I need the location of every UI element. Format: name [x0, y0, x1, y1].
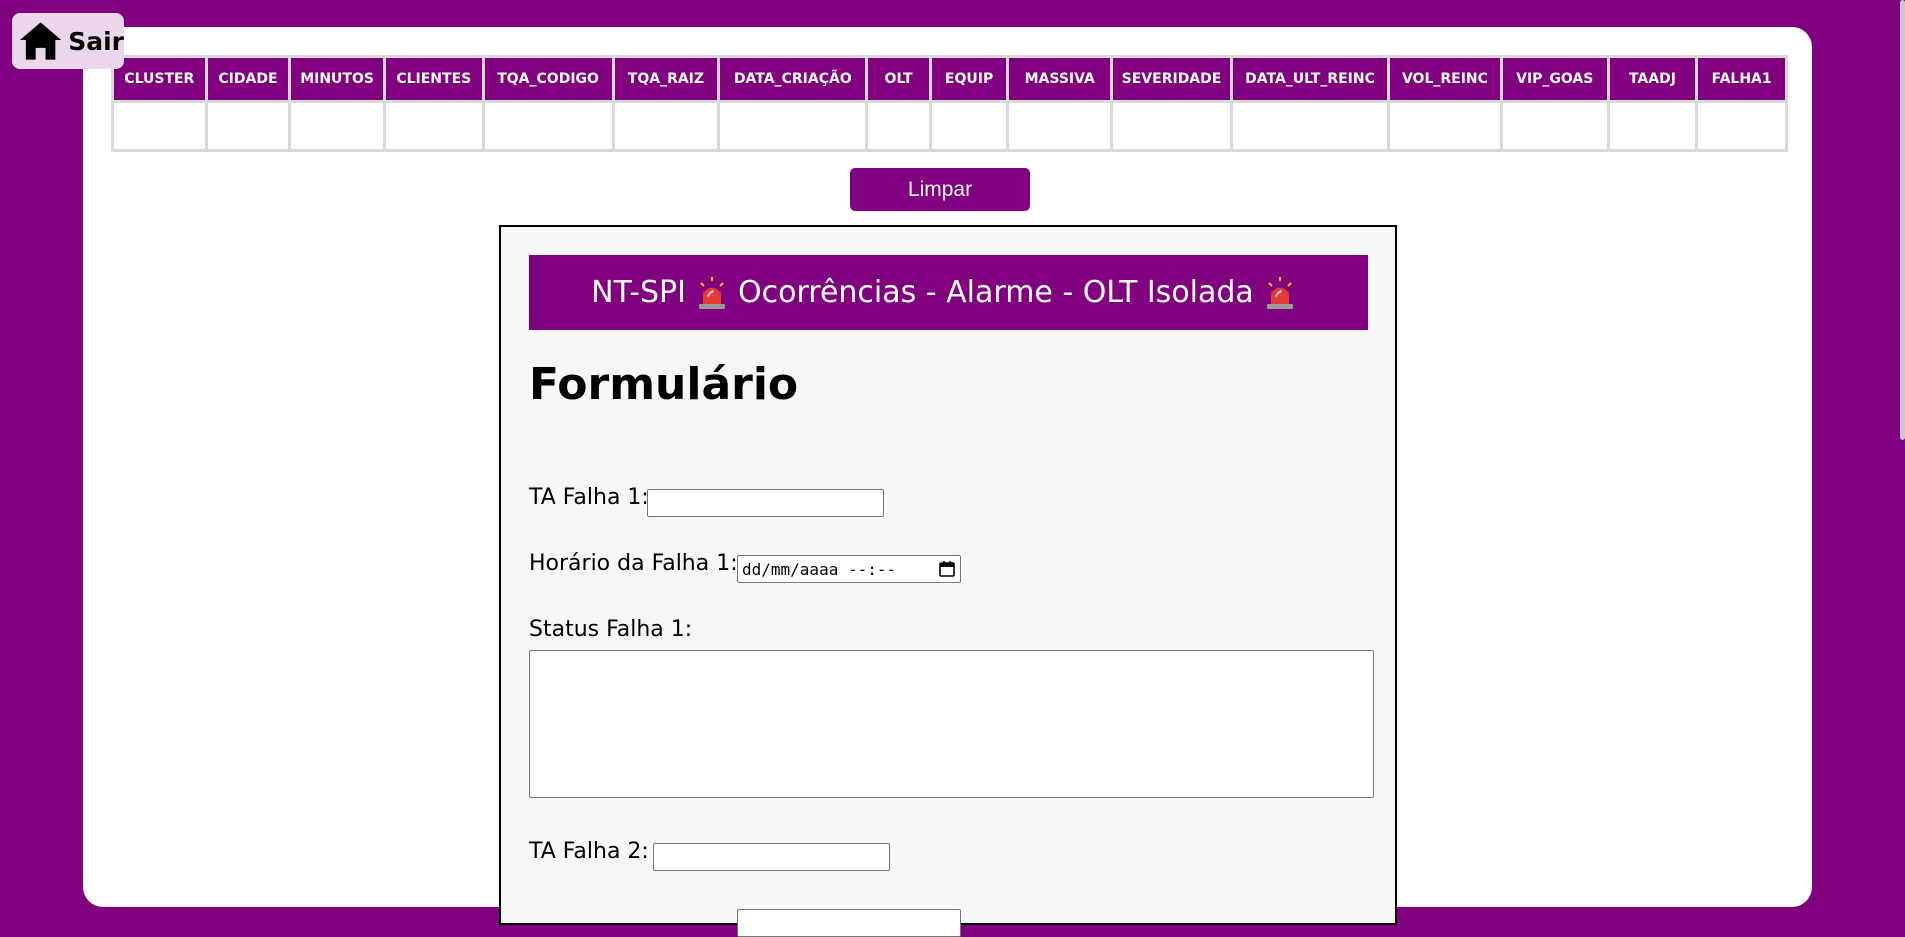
ta-falha-2-label: TA Falha 2:: [529, 839, 649, 864]
horario-falha-1-input[interactable]: dd/mm/aaaa --:--: [737, 555, 961, 583]
table-cell: [868, 103, 929, 149]
col-header-falha1[interactable]: FALHA1: [1698, 58, 1785, 100]
table-row: [114, 103, 1785, 149]
main-panel: CLUSTER CIDADE MINUTOS CLIENTES TQA_CODI…: [83, 27, 1812, 937]
table-cell: [291, 103, 383, 149]
table-cell: [114, 103, 205, 149]
table-cell: [385, 103, 482, 149]
exit-label: Sair: [68, 26, 124, 56]
col-header-massiva[interactable]: MASSIVA: [1009, 58, 1111, 100]
col-header-tqa-raiz[interactable]: TQA_RAIZ: [614, 58, 718, 100]
horario-falha-1-label: Horário da Falha 1:: [529, 551, 738, 576]
col-header-vol-reinc[interactable]: VOL_REINC: [1390, 58, 1500, 100]
table-cell: [931, 103, 1007, 149]
table-cell: [720, 103, 866, 149]
ta-falha-1-input[interactable]: [647, 489, 884, 517]
col-header-vip-goas[interactable]: VIP_GOAS: [1502, 58, 1607, 100]
banner-prefix: NT-SPI: [591, 275, 686, 310]
horario-falha-2-input[interactable]: [737, 909, 961, 937]
form-container: NT-SPI Ocorrências - Alarme - OLT Isolad…: [499, 225, 1397, 937]
col-header-severidade[interactable]: SEVERIDADE: [1113, 58, 1230, 100]
banner-title: Ocorrências - Alarme - OLT Isolada: [738, 275, 1254, 310]
form-banner: NT-SPI Ocorrências - Alarme - OLT Isolad…: [529, 255, 1368, 330]
results-table-wrapper: CLUSTER CIDADE MINUTOS CLIENTES TQA_CODI…: [111, 55, 1788, 152]
table-cell: [614, 103, 718, 149]
ta-falha-2-input[interactable]: [653, 843, 890, 871]
col-header-data-criacao[interactable]: DATA_CRIAÇÃO: [720, 58, 866, 100]
scrollbar-thumb[interactable]: [1900, 0, 1905, 440]
table-cell: [1609, 103, 1696, 149]
col-header-equip[interactable]: EQUIP: [931, 58, 1007, 100]
table-cell: [1698, 103, 1785, 149]
limpar-button[interactable]: Limpar: [850, 168, 1030, 211]
calendar-icon[interactable]: [938, 560, 956, 578]
table-cell: [1232, 103, 1388, 149]
col-header-tqa-codigo[interactable]: TQA_CODIGO: [484, 58, 612, 100]
col-header-minutos[interactable]: MINUTOS: [291, 58, 383, 100]
results-table: CLUSTER CIDADE MINUTOS CLIENTES TQA_CODI…: [111, 55, 1788, 152]
home-icon: [19, 22, 62, 60]
col-header-cluster[interactable]: CLUSTER: [114, 58, 205, 100]
col-header-data-ult-reinc[interactable]: DATA_ULT_REINC: [1232, 58, 1388, 100]
col-header-clientes[interactable]: CLIENTES: [385, 58, 482, 100]
col-header-cidade[interactable]: CIDADE: [207, 58, 289, 100]
table-cell: [1502, 103, 1607, 149]
table-cell: [1113, 103, 1230, 149]
table-cell: [1009, 103, 1111, 149]
siren-icon: [1266, 276, 1293, 309]
ta-falha-1-label: TA Falha 1:: [529, 485, 649, 510]
table-cell: [484, 103, 612, 149]
siren-icon: [699, 276, 725, 309]
col-header-taadj[interactable]: TAADJ: [1609, 58, 1696, 100]
form-title: Formulário: [529, 359, 799, 410]
datetime-placeholder: dd/mm/aaaa --:--: [742, 559, 897, 579]
status-falha-1-textarea[interactable]: [529, 650, 1374, 798]
page-scrollbar[interactable]: [1899, 0, 1905, 883]
table-header-row: CLUSTER CIDADE MINUTOS CLIENTES TQA_CODI…: [114, 58, 1785, 100]
home-exit-button[interactable]: Sair: [12, 13, 124, 69]
status-falha-1-label: Status Falha 1:: [529, 617, 693, 642]
col-header-olt[interactable]: OLT: [868, 58, 929, 100]
table-cell: [207, 103, 289, 149]
table-cell: [1390, 103, 1500, 149]
